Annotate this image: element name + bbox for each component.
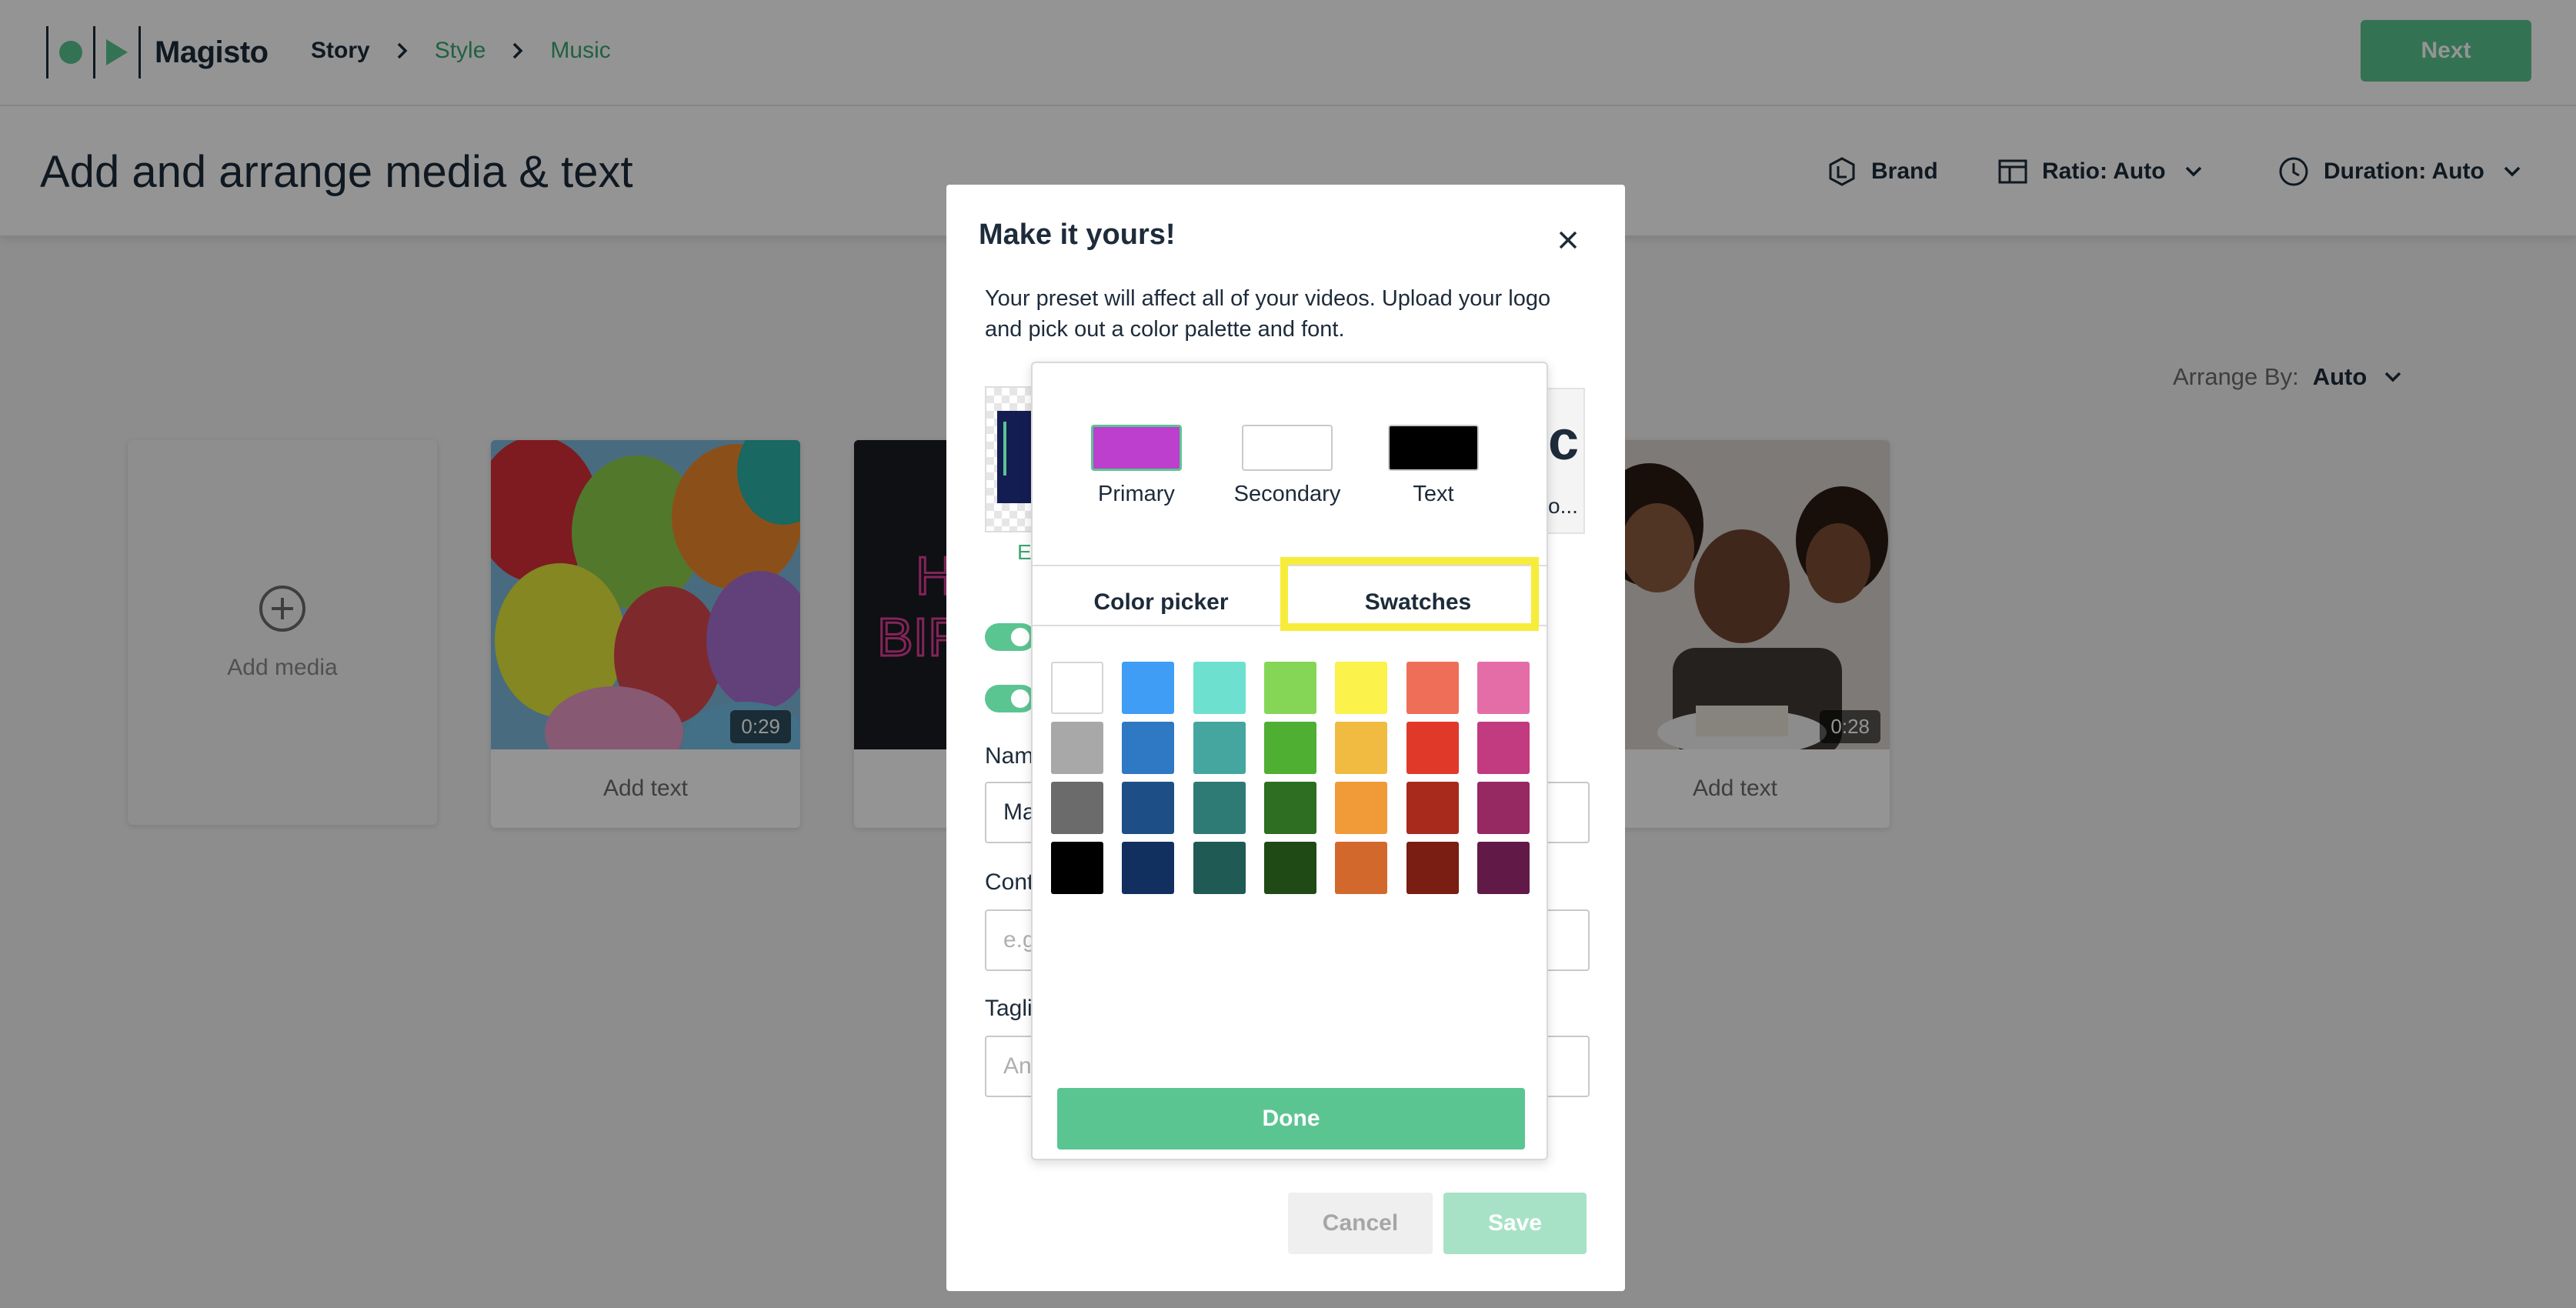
primary-color-label: Primary: [1098, 482, 1175, 506]
name-label: Nam: [985, 743, 1034, 769]
color-swatch[interactable]: [1263, 662, 1316, 714]
modal-description: Your preset will affect all of your vide…: [985, 286, 1551, 342]
color-swatch[interactable]: [1051, 662, 1103, 714]
color-swatch[interactable]: [1477, 842, 1530, 894]
color-swatch[interactable]: [1193, 842, 1246, 894]
cancel-button[interactable]: Cancel: [1288, 1193, 1433, 1254]
color-swatch[interactable]: [1335, 842, 1388, 894]
color-swatch[interactable]: [1406, 842, 1459, 894]
color-swatch[interactable]: [1477, 662, 1530, 714]
color-palette-popover: Primary Secondary Text Color picker Swat…: [1031, 362, 1548, 1160]
font-preview[interactable]: c o...: [1547, 388, 1585, 534]
modal-title: Make it yours!: [979, 219, 1176, 251]
contact-label: Cont: [985, 869, 1034, 895]
color-swatch[interactable]: [1122, 842, 1175, 894]
color-swatch[interactable]: [1477, 782, 1530, 834]
color-swatch[interactable]: [1051, 722, 1103, 774]
color-swatch[interactable]: [1051, 782, 1103, 834]
color-swatch[interactable]: [1193, 662, 1246, 714]
logo-thumbnail: [997, 411, 1036, 503]
text-color-chip[interactable]: Text: [1376, 425, 1491, 507]
color-swatch[interactable]: [1263, 722, 1316, 774]
color-swatch[interactable]: [1122, 722, 1175, 774]
swatches-tab-highlight: [1280, 557, 1539, 631]
color-swatch[interactable]: [1406, 662, 1459, 714]
edit-logo-link[interactable]: E: [1017, 540, 1032, 565]
color-swatch[interactable]: [1051, 842, 1103, 894]
color-swatch[interactable]: [1122, 662, 1175, 714]
font-preview-glyph: c: [1548, 410, 1580, 472]
tagline-label: Tagli: [985, 996, 1033, 1021]
text-toggle[interactable]: [985, 685, 1036, 712]
secondary-color-label: Secondary: [1233, 482, 1341, 506]
secondary-color-swatch: [1242, 425, 1333, 471]
color-swatch[interactable]: [1122, 782, 1175, 834]
color-swatch[interactable]: [1406, 782, 1459, 834]
color-swatch[interactable]: [1335, 782, 1388, 834]
color-swatch[interactable]: [1335, 722, 1388, 774]
text-color-swatch: [1388, 425, 1479, 471]
color-swatch[interactable]: [1193, 782, 1246, 834]
primary-color-chip[interactable]: Primary: [1079, 425, 1194, 507]
color-swatch[interactable]: [1406, 722, 1459, 774]
close-icon[interactable]: [1554, 226, 1582, 254]
color-swatch[interactable]: [1263, 842, 1316, 894]
text-color-label: Text: [1413, 482, 1454, 506]
color-swatch[interactable]: [1477, 722, 1530, 774]
tab-color-picker[interactable]: Color picker: [1033, 568, 1290, 637]
save-button[interactable]: Save: [1443, 1193, 1587, 1254]
logo-preview[interactable]: [985, 386, 1036, 532]
primary-color-swatch: [1091, 425, 1182, 471]
color-swatch[interactable]: [1263, 782, 1316, 834]
color-swatch[interactable]: [1193, 722, 1246, 774]
done-button[interactable]: Done: [1057, 1088, 1525, 1150]
color-swatch[interactable]: [1335, 662, 1388, 714]
secondary-color-chip[interactable]: Secondary: [1230, 425, 1345, 507]
logo-toggle[interactable]: [985, 623, 1036, 651]
font-preview-name: o...: [1548, 494, 1578, 518]
